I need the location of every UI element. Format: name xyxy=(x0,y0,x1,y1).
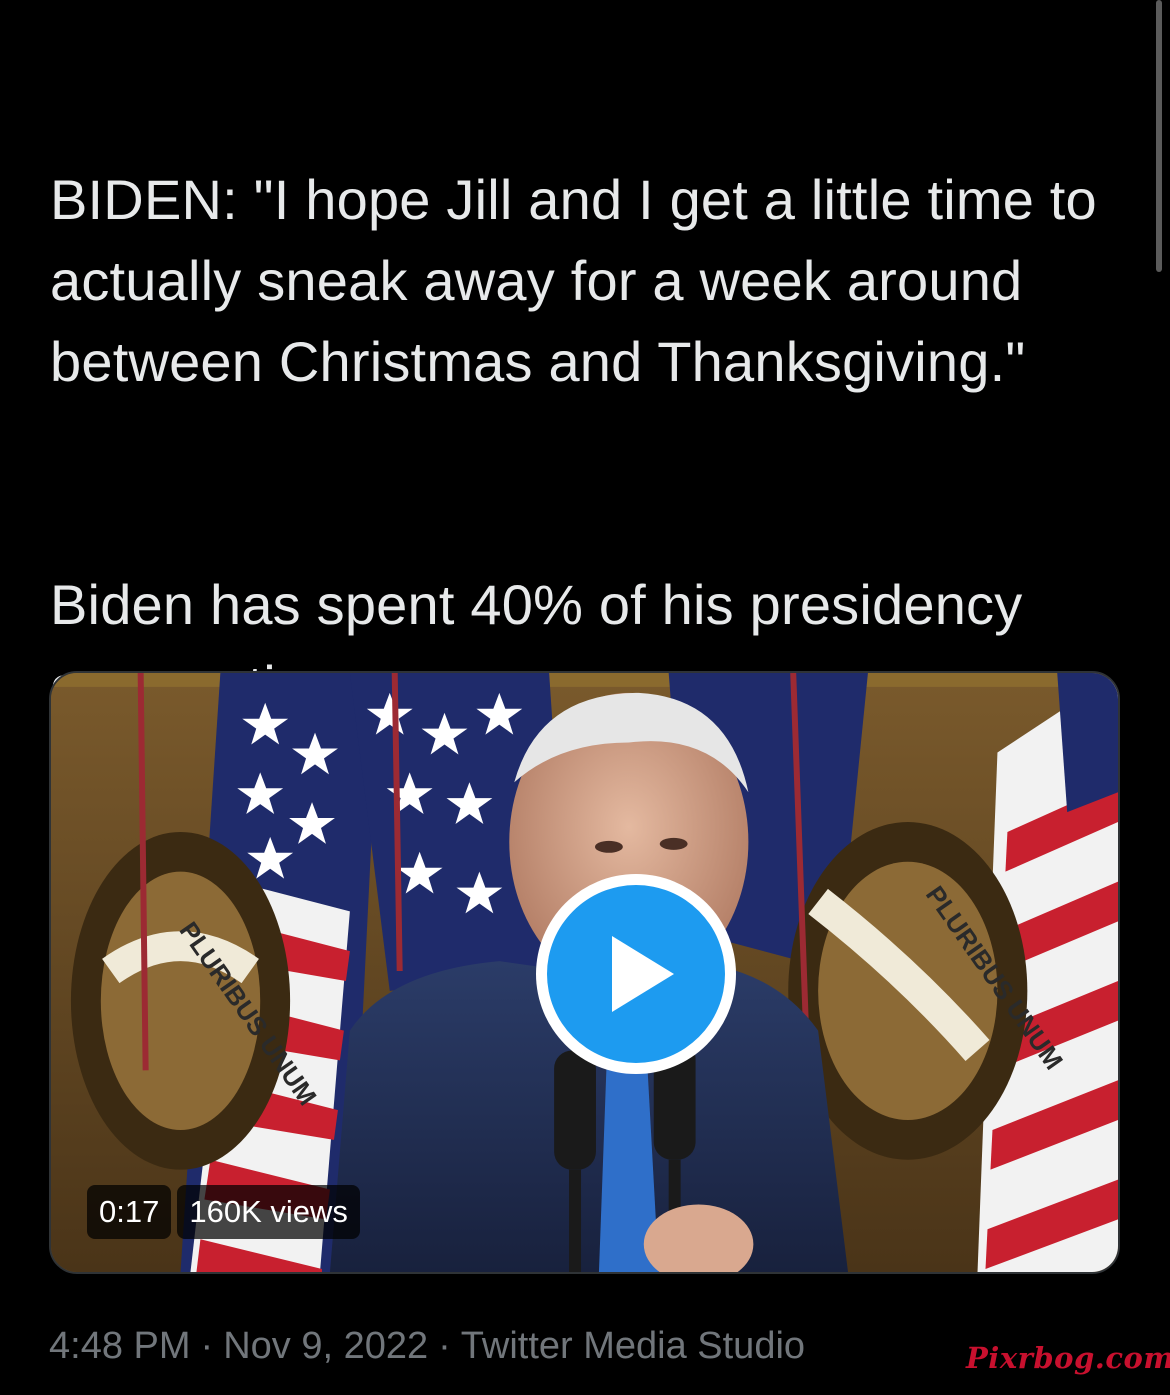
play-icon xyxy=(612,936,674,1012)
video-badges: 0:17 160K views xyxy=(87,1185,360,1239)
video-duration-badge: 0:17 xyxy=(87,1185,172,1239)
scrollbar[interactable] xyxy=(1156,0,1162,272)
tweet-paragraph-1: BIDEN: "I hope Jill and I get a little t… xyxy=(50,168,1097,393)
watermark: Pixrbog.com xyxy=(966,1341,1170,1375)
tweet-date[interactable]: Nov 9, 2022 xyxy=(223,1325,428,1367)
tweet-source[interactable]: Twitter Media Studio xyxy=(461,1325,805,1367)
tweet-time[interactable]: 4:48 PM xyxy=(49,1325,191,1367)
play-button[interactable] xyxy=(536,874,736,1074)
video-views-badge: 160K views xyxy=(177,1185,360,1239)
video-player[interactable]: PLURIBUS UNUM PLURIBUS UNUM 0:17 160K vi… xyxy=(49,671,1120,1274)
tweet-meta: 4:48 PM · Nov 9, 2022 · Twitter Media Studio xyxy=(49,1325,805,1368)
meta-separator: · xyxy=(200,1325,214,1367)
meta-separator: · xyxy=(438,1325,451,1367)
play-button-circle[interactable] xyxy=(547,885,725,1063)
